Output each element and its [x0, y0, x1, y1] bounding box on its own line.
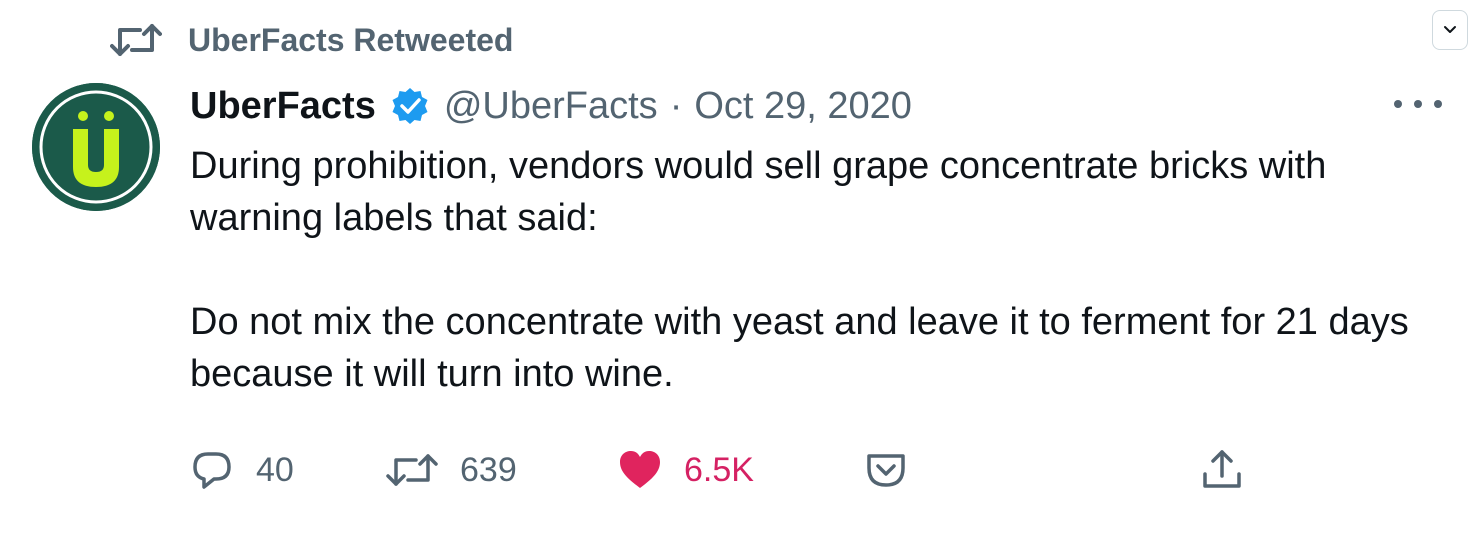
- save-to-pocket-button[interactable]: [864, 442, 908, 498]
- chevron-down-icon: [1444, 26, 1456, 33]
- tweet-date[interactable]: Oct 29, 2020: [694, 82, 912, 130]
- tweet-paragraph: During prohibition, vendors would sell g…: [190, 145, 1327, 239]
- tweet-header: UberFacts @UberFacts · Oct 29, 2020: [190, 82, 912, 130]
- avatar-logo-icon: [32, 83, 160, 211]
- verified-badge-icon: [392, 88, 428, 124]
- retweet-button[interactable]: 639: [386, 442, 517, 498]
- reply-button[interactable]: 40: [190, 442, 294, 498]
- more-icon: [1394, 100, 1402, 108]
- reply-count: 40: [256, 450, 294, 489]
- retweet-count: 639: [460, 450, 517, 489]
- heart-icon: [620, 451, 660, 488]
- avatar[interactable]: [32, 83, 160, 211]
- share-icon: [1203, 450, 1241, 488]
- separator-dot: ·: [669, 85, 683, 127]
- retweet-icon: [110, 24, 162, 56]
- author-handle[interactable]: @UberFacts: [444, 82, 658, 130]
- tweet-text: During prohibition, vendors would sell g…: [190, 140, 1410, 400]
- retweet-icon: [386, 454, 438, 486]
- retweeted-label: UberFacts Retweeted: [188, 21, 514, 58]
- tweet-paragraph: Do not mix the concentrate with yeast an…: [190, 301, 1409, 395]
- author-name[interactable]: UberFacts: [190, 82, 376, 130]
- retweeted-banner[interactable]: UberFacts Retweeted: [110, 20, 513, 60]
- tweet-actions: 40 639 6.5K: [190, 442, 1270, 498]
- pocket-icon: [867, 454, 905, 487]
- more-options-button[interactable]: [1394, 92, 1442, 116]
- like-button[interactable]: 6.5K: [618, 442, 754, 498]
- like-count: 6.5K: [684, 450, 754, 489]
- tweet-menu-button[interactable]: [1432, 10, 1468, 50]
- share-button[interactable]: [1200, 442, 1244, 498]
- reply-icon: [193, 452, 231, 489]
